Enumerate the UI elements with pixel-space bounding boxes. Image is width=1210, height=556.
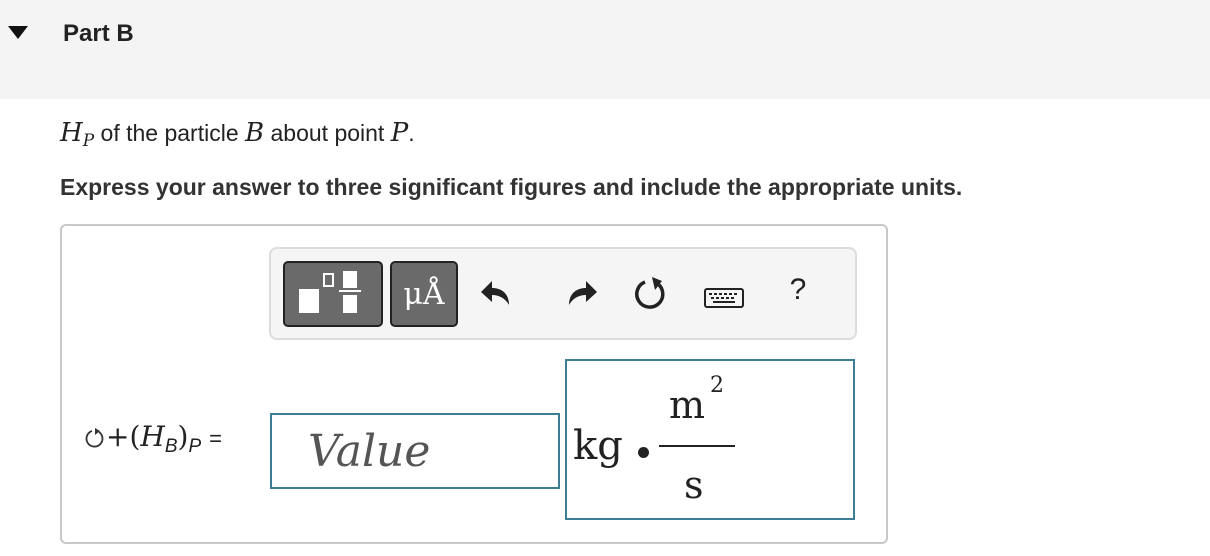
units-input[interactable]: kg m 2 s xyxy=(565,359,855,520)
undo-icon xyxy=(481,281,509,305)
units-label: μÅ xyxy=(403,277,445,312)
help-icon: ? xyxy=(789,273,807,306)
answer-close-paren: ) xyxy=(177,420,189,453)
symbol-b: B xyxy=(245,118,265,148)
redo-button[interactable] xyxy=(557,269,601,319)
unit-numerator: m xyxy=(669,383,706,427)
equals-sign: = xyxy=(209,426,222,451)
answer-symbol-h: H xyxy=(140,420,165,453)
question-text: HP of the particle B about point P. xyxy=(60,118,415,151)
unit-denominator: s xyxy=(684,463,704,507)
unit-multiply-dot xyxy=(638,447,649,458)
part-title: Part B xyxy=(63,20,134,47)
keyboard-button[interactable] xyxy=(702,269,746,319)
answer-plus: +( xyxy=(106,420,141,453)
symbol-sub-p: P xyxy=(82,131,95,151)
redo-icon xyxy=(569,281,597,305)
answer-sub-b: B xyxy=(164,436,178,457)
units-button[interactable]: μÅ xyxy=(390,261,458,327)
collapse-triangle-icon[interactable] xyxy=(8,26,28,39)
symbol-p: P xyxy=(390,118,409,148)
templates-button[interactable] xyxy=(283,261,383,327)
question-text-2: about point xyxy=(264,120,391,146)
undo-button[interactable] xyxy=(477,269,521,319)
reset-icon xyxy=(635,277,665,309)
unit-exponent: 2 xyxy=(710,373,724,398)
value-input[interactable] xyxy=(270,413,560,489)
question-text-3: . xyxy=(408,120,415,146)
reset-answer-icon[interactable] xyxy=(84,427,106,449)
answer-sub-p: P xyxy=(188,436,202,457)
question-text-1: of the particle xyxy=(94,120,245,146)
reset-button[interactable] xyxy=(628,269,672,319)
keyboard-icon xyxy=(704,288,744,308)
fraction-bar xyxy=(659,445,735,447)
unit-kg: kg xyxy=(573,423,623,469)
answer-label: +(HB)P = xyxy=(84,420,222,458)
symbol-h: H xyxy=(60,118,83,148)
math-toolbar: μÅ ? xyxy=(269,247,857,340)
part-header[interactable]: Part B xyxy=(0,0,1210,99)
help-button[interactable]: ? xyxy=(776,269,820,319)
instruction-text: Express your answer to three significant… xyxy=(60,174,963,200)
